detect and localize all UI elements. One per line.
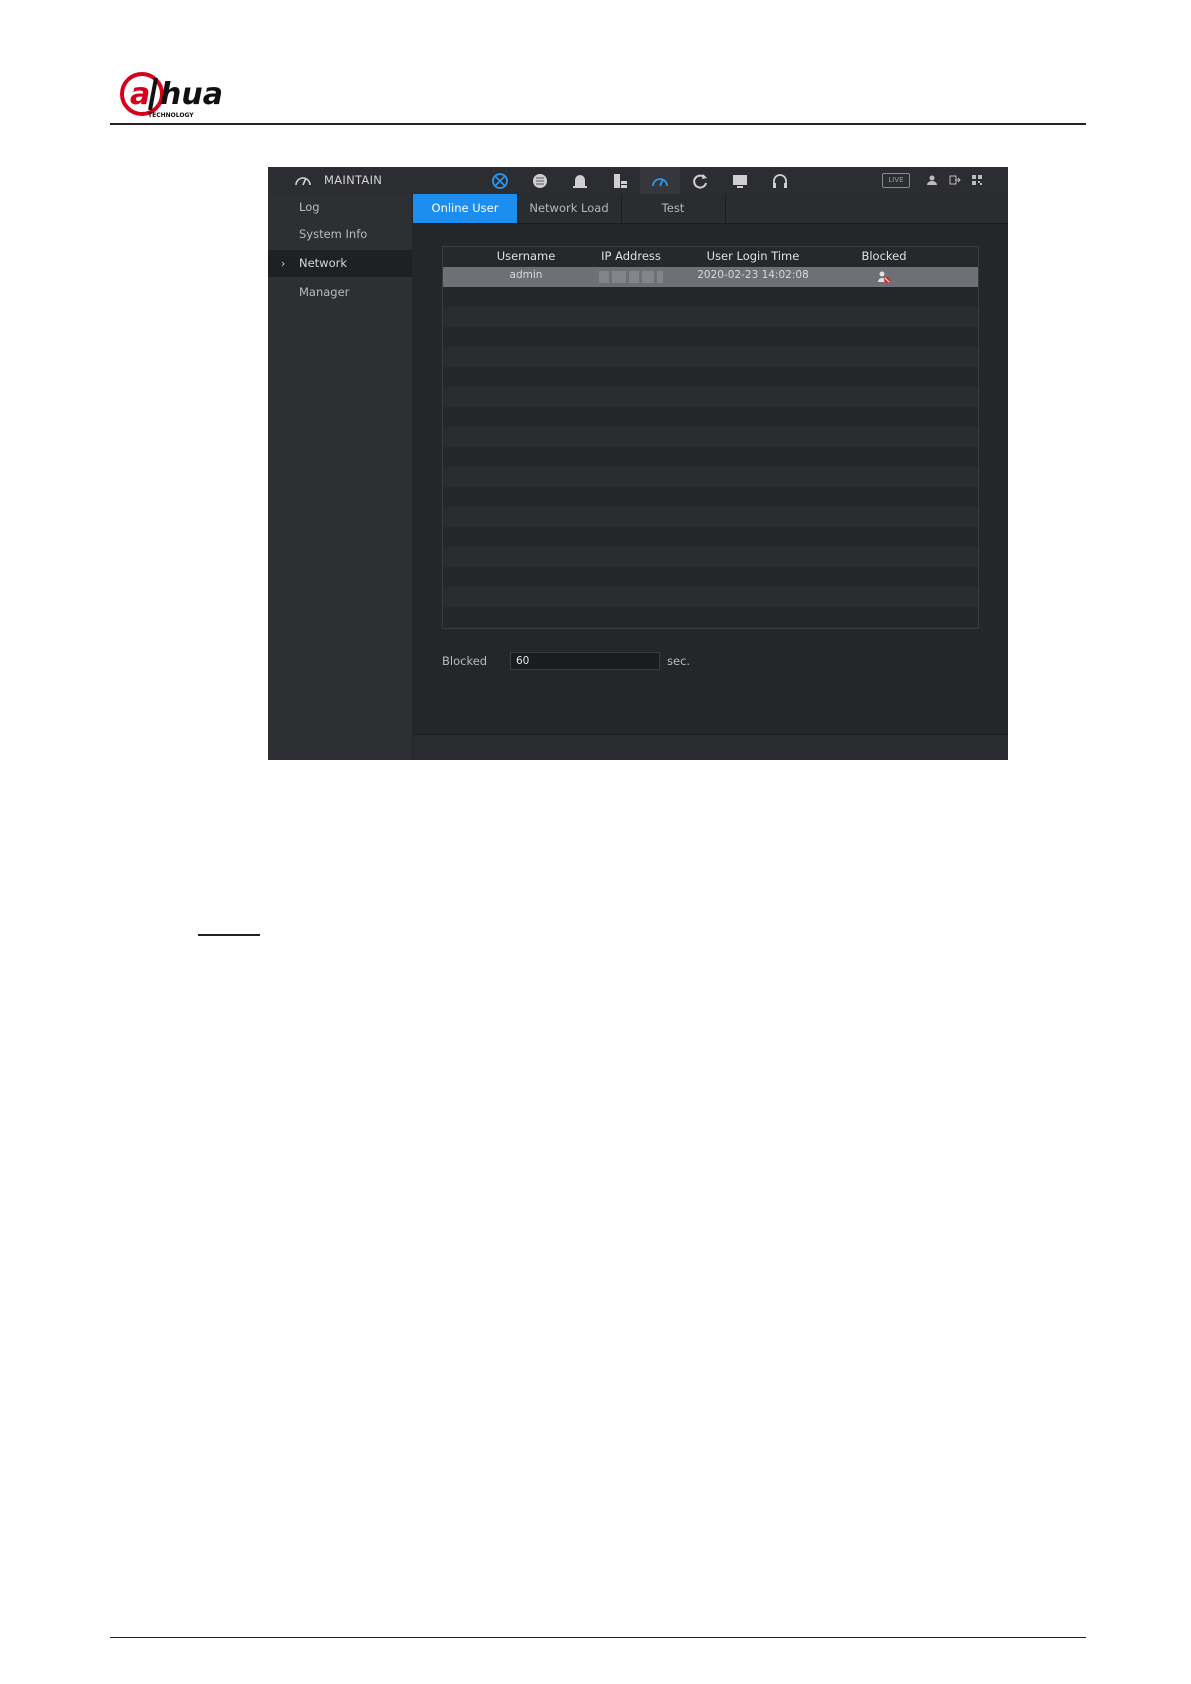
blocked-unit: sec. [667, 654, 691, 668]
table-row[interactable] [443, 347, 978, 367]
column-header: User Login Time [706, 249, 800, 263]
header-rule [110, 123, 1086, 125]
column-header: Username [496, 249, 556, 263]
table-row[interactable] [443, 527, 978, 547]
table-row[interactable] [443, 567, 978, 587]
table-row[interactable] [443, 327, 978, 347]
monitor-icon[interactable] [720, 167, 760, 194]
table-row[interactable] [443, 427, 978, 447]
tab-network-load[interactable]: Network Load [517, 194, 622, 223]
sidebar: Log System Info › Network Manager [268, 194, 412, 760]
svg-text:TECHNOLOGY: TECHNOLOGY [148, 112, 194, 119]
blocked-setting: Blocked sec. [442, 652, 742, 672]
blocked-label: Blocked [442, 654, 488, 668]
table-row[interactable]: admin 2020-02-23 14:02:08 [443, 267, 978, 287]
chevron-right-icon: › [281, 257, 286, 270]
table-row[interactable] [443, 547, 978, 567]
footer-rule [110, 1637, 1086, 1638]
top-bar: MAINTAIN LIVE [268, 167, 1008, 195]
qr-code-icon[interactable] [970, 173, 984, 187]
table-row[interactable] [443, 607, 978, 627]
backup-icon[interactable] [680, 167, 720, 194]
table-row[interactable] [443, 447, 978, 467]
table-header: Username IP Address User Login Time Bloc… [443, 247, 978, 267]
sidebar-item-log[interactable]: Log [268, 194, 412, 221]
sidebar-item-network[interactable]: › Network [268, 250, 412, 277]
table-row[interactable] [443, 387, 978, 407]
ai-brain-icon[interactable] [520, 167, 560, 194]
main-panel: Online User Network Load Test Username I… [413, 194, 1008, 760]
sidebar-item-label: Manager [299, 285, 350, 299]
main-nav [480, 167, 800, 194]
table-row[interactable] [443, 467, 978, 487]
alarm-bell-icon[interactable] [560, 167, 600, 194]
display-icon[interactable] [480, 167, 520, 194]
table-row[interactable] [443, 507, 978, 527]
tab-test[interactable]: Test [621, 194, 726, 223]
table-row[interactable] [443, 587, 978, 607]
table-row[interactable] [443, 307, 978, 327]
sidebar-item-label: System Info [299, 227, 368, 241]
block-user-icon[interactable] [877, 270, 891, 284]
headset-icon[interactable] [760, 167, 800, 194]
table-row[interactable] [443, 407, 978, 427]
tab-bar: Online User Network Load Test [413, 194, 1008, 224]
svg-text:a: a [130, 77, 150, 112]
username-cell: admin [509, 269, 543, 281]
column-header: Blocked [861, 249, 907, 263]
logout-icon[interactable] [948, 173, 962, 187]
svg-text:hua: hua [160, 77, 223, 112]
step-underline [198, 934, 260, 936]
tab-online-user[interactable]: Online User [413, 194, 518, 223]
column-header: IP Address [601, 249, 661, 263]
maintain-gauge-icon[interactable] [640, 167, 680, 194]
online-user-table: Username IP Address User Login Time Bloc… [442, 246, 979, 629]
window-title: MAINTAIN [324, 173, 383, 187]
dvr-maintain-window: MAINTAIN LIVE Log System Info › Network … [268, 167, 1008, 760]
table-row[interactable] [443, 367, 978, 387]
user-icon[interactable] [925, 173, 939, 187]
live-button[interactable]: LIVE [882, 173, 910, 188]
login-time-cell: 2020-02-23 14:02:08 [697, 269, 809, 281]
table-row[interactable] [443, 287, 978, 307]
dahua-logo: a hua TECHNOLOGY [120, 72, 223, 119]
storage-icon[interactable] [600, 167, 640, 194]
ip-address-redacted [599, 271, 663, 283]
blocked-duration-input[interactable] [510, 652, 660, 670]
sidebar-item-label: Network [299, 256, 348, 270]
sidebar-item-manager[interactable]: Manager [268, 279, 412, 306]
footer-bar [413, 734, 1008, 760]
table-row[interactable] [443, 487, 978, 507]
sidebar-item-label: Log [299, 200, 320, 214]
sidebar-item-system-info[interactable]: System Info [268, 221, 412, 248]
maintain-gauge-icon [295, 177, 311, 186]
